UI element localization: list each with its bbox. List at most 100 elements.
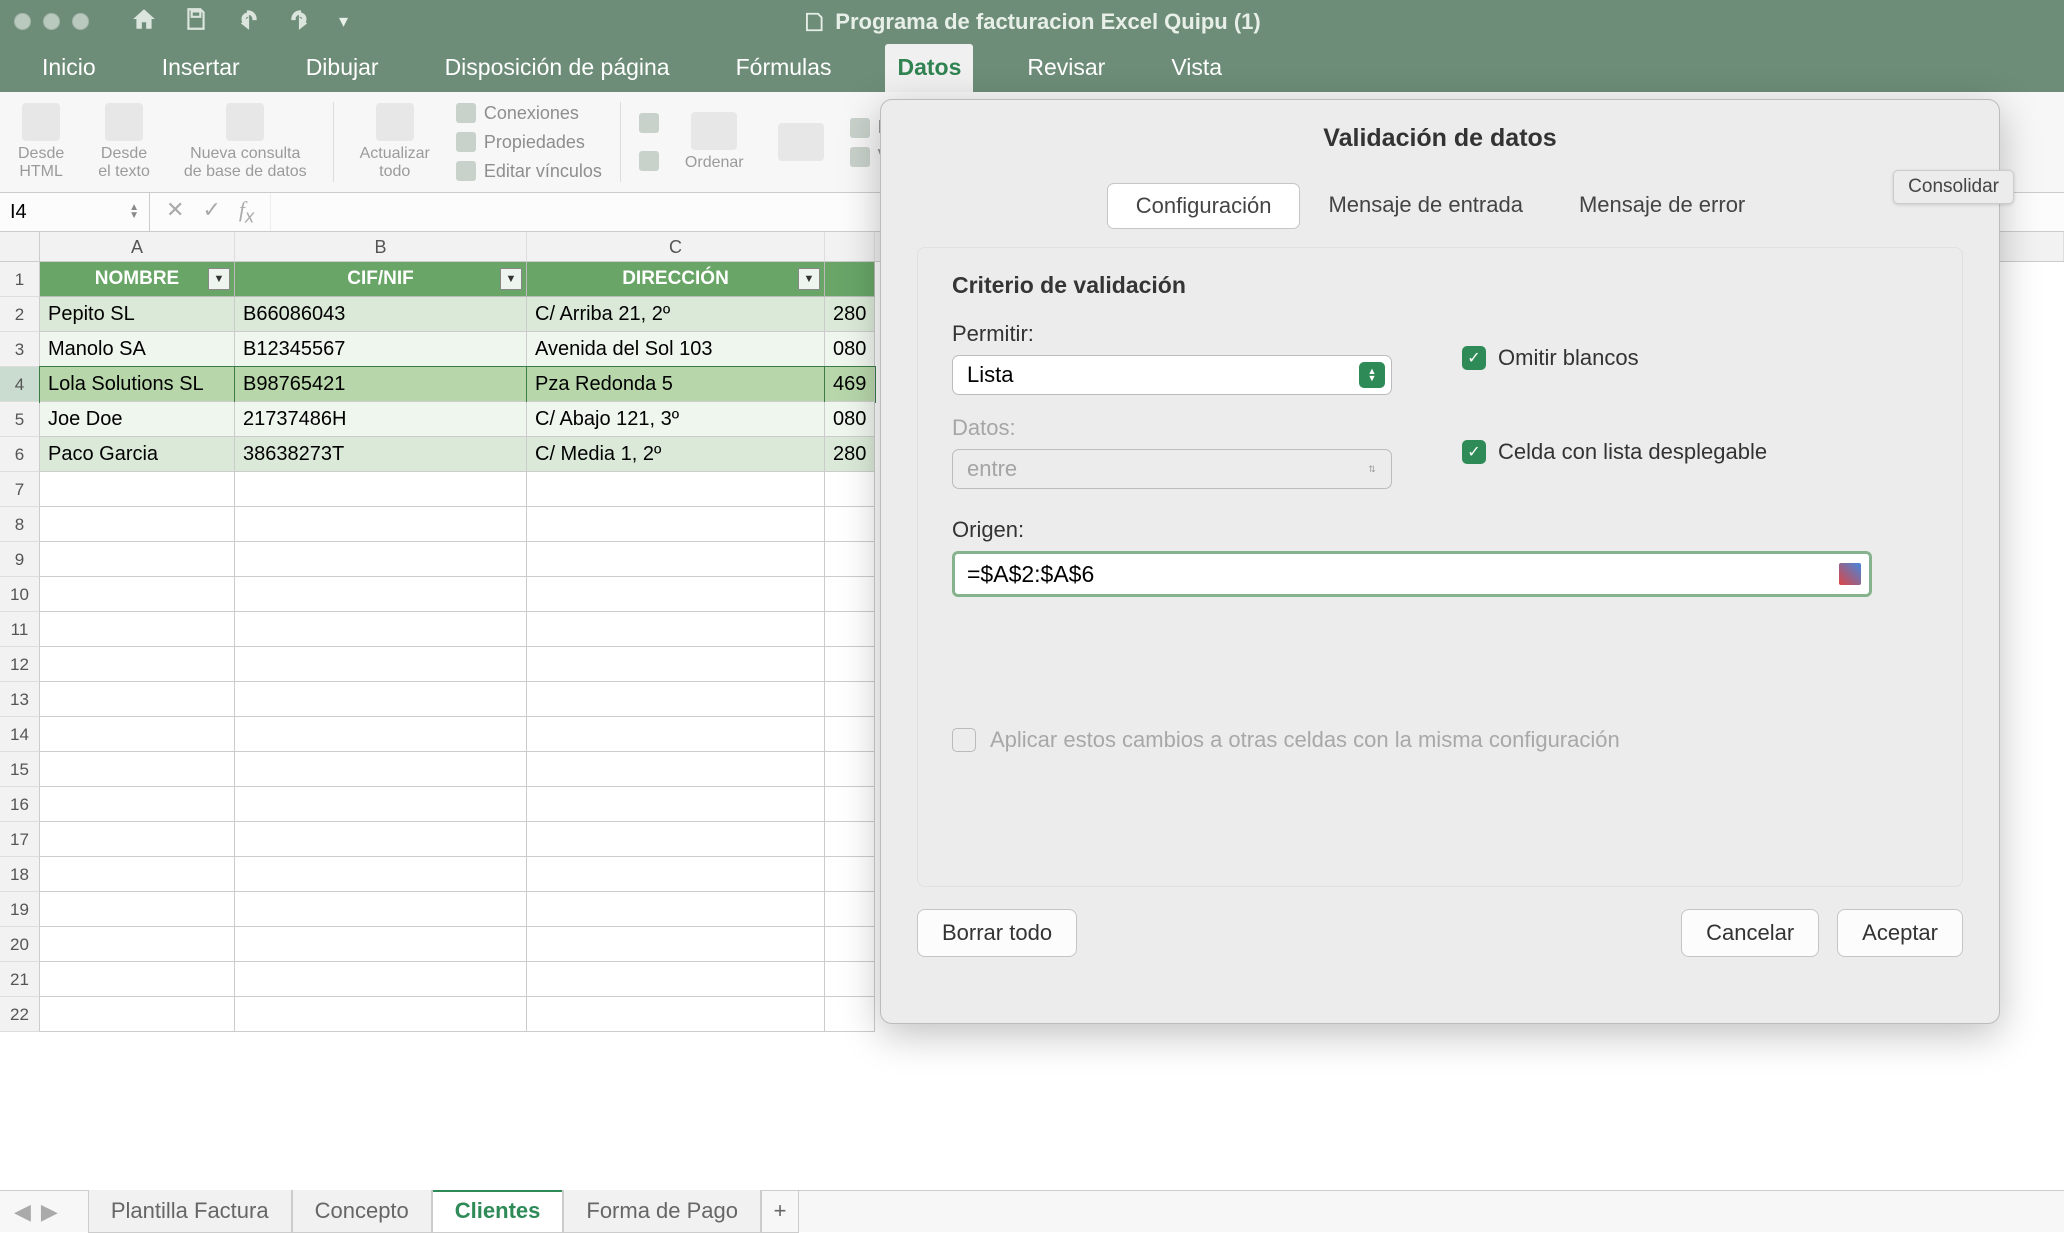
row-header-3[interactable]: 3 [0, 332, 40, 367]
cell[interactable]: B12345567 [235, 332, 527, 367]
row-header-19[interactable]: 19 [0, 892, 40, 927]
cell[interactable]: 280 [825, 437, 875, 472]
cell[interactable]: Paco Garcia [40, 437, 235, 472]
filter-cif[interactable]: ▼ [500, 268, 522, 290]
cell[interactable]: 38638273T [235, 437, 527, 472]
btn-conexiones[interactable]: Conexiones [456, 103, 602, 124]
sheet-tab-forma-de-pago[interactable]: Forma de Pago [563, 1190, 761, 1233]
tab-dibujar[interactable]: Dibujar [294, 44, 391, 92]
sheet-tab-concepto[interactable]: Concepto [292, 1190, 432, 1233]
row-header-15[interactable]: 15 [0, 752, 40, 787]
col-header-c[interactable]: C [527, 232, 825, 261]
filter-nombre[interactable]: ▼ [208, 268, 230, 290]
tab-datos[interactable]: Datos [885, 44, 973, 92]
col-header-d[interactable] [825, 232, 875, 261]
aceptar-button[interactable]: Aceptar [1837, 909, 1963, 957]
cell[interactable]: C/ Abajo 121, 3º [527, 402, 825, 437]
home-icon[interactable] [131, 6, 157, 38]
omitir-blancos-checkbox[interactable]: ✓ Omitir blancos [1462, 345, 1928, 371]
tab-formulas[interactable]: Fórmulas [724, 44, 844, 92]
dialog-tab-mensaje-entrada[interactable]: Mensaje de entrada [1300, 183, 1550, 229]
cell[interactable]: 280 [825, 297, 875, 332]
dialog-tab-mensaje-error[interactable]: Mensaje de error [1551, 183, 1773, 229]
row-header-13[interactable]: 13 [0, 682, 40, 717]
name-box[interactable]: I4 ▲▼ [0, 193, 150, 231]
col-header-a[interactable]: A [40, 232, 235, 261]
borrar-todo-button[interactable]: Borrar todo [917, 909, 1077, 957]
cell[interactable]: C/ Arriba 21, 2º [527, 297, 825, 332]
row-header-17[interactable]: 17 [0, 822, 40, 857]
col-header-b[interactable]: B [235, 232, 527, 261]
row-header-10[interactable]: 10 [0, 577, 40, 612]
btn-ordenar[interactable]: Ordenar [677, 112, 752, 172]
save-icon[interactable] [183, 6, 209, 38]
row-header-21[interactable]: 21 [0, 962, 40, 997]
cell[interactable]: Avenida del Sol 103 [527, 332, 825, 367]
add-sheet-button[interactable]: + [761, 1190, 799, 1233]
btn-desde-texto[interactable]: Desde el texto [90, 103, 158, 181]
dialog-tab-config[interactable]: Configuración [1107, 183, 1301, 229]
cell[interactable]: B66086043 [235, 297, 527, 332]
permitir-select[interactable]: Lista ▲▼ [952, 355, 1392, 395]
tab-inicio[interactable]: Inicio [30, 44, 108, 92]
cancel-formula-icon[interactable]: ✕ [166, 197, 184, 227]
btn-filter[interactable] [770, 123, 832, 161]
sort-desc-icon[interactable] [639, 151, 659, 171]
row-header-8[interactable]: 8 [0, 507, 40, 542]
origen-input[interactable]: =$A$2:$A$6 [952, 551, 1872, 597]
cell[interactable]: 080 [825, 402, 875, 437]
cancelar-button[interactable]: Cancelar [1681, 909, 1819, 957]
qat-dropdown-icon[interactable]: ▾ [339, 11, 348, 32]
filter-direccion[interactable]: ▼ [798, 268, 820, 290]
row-header-7[interactable]: 7 [0, 472, 40, 507]
cell[interactable]: Pepito SL [40, 297, 235, 332]
maximize-window-btn[interactable] [72, 13, 89, 30]
row-header-14[interactable]: 14 [0, 717, 40, 752]
cell[interactable]: Pza Redonda 5 [527, 367, 825, 402]
redo-icon[interactable] [287, 6, 313, 38]
row-header-6[interactable]: 6 [0, 437, 40, 472]
btn-desde-html[interactable]: Desde HTML [10, 103, 72, 181]
fx-icon[interactable]: fx [239, 197, 254, 227]
row-header-11[interactable]: 11 [0, 612, 40, 647]
cell[interactable]: Joe Doe [40, 402, 235, 437]
btn-nueva-consulta[interactable]: Nueva consulta de base de datos [176, 103, 315, 181]
tab-disposicion[interactable]: Disposición de página [433, 44, 682, 92]
btn-propiedades[interactable]: Propiedades [456, 132, 602, 153]
row-header-4[interactable]: 4 [0, 367, 40, 402]
cell[interactable]: Lola Solutions SL [40, 367, 235, 402]
sheet-nav-prev-icon[interactable]: ◀ [14, 1199, 31, 1225]
row-header-9[interactable]: 9 [0, 542, 40, 577]
apply-changes-checkbox: Aplicar estos cambios a otras celdas con… [952, 727, 1928, 753]
close-window-btn[interactable] [14, 13, 31, 30]
row-header-22[interactable]: 22 [0, 997, 40, 1032]
select-all-cell[interactable] [0, 232, 40, 261]
row-header-5[interactable]: 5 [0, 402, 40, 437]
row-header-12[interactable]: 12 [0, 647, 40, 682]
undo-icon[interactable] [235, 6, 261, 38]
cell[interactable]: 469 [825, 367, 875, 402]
cell[interactable]: Manolo SA [40, 332, 235, 367]
celda-lista-checkbox[interactable]: ✓ Celda con lista desplegable [1462, 439, 1928, 465]
row-header-1[interactable]: 1 [0, 262, 40, 297]
range-selector-icon[interactable] [1839, 563, 1861, 585]
sort-asc-icon[interactable] [639, 113, 659, 133]
tab-vista[interactable]: Vista [1159, 44, 1234, 92]
btn-editar-vinculos[interactable]: Editar vínculos [456, 161, 602, 182]
sheet-tab-plantilla-factura[interactable]: Plantilla Factura [88, 1190, 292, 1233]
cell[interactable]: C/ Media 1, 2º [527, 437, 825, 472]
tab-insertar[interactable]: Insertar [150, 44, 252, 92]
cell[interactable]: B98765421 [235, 367, 527, 402]
cell[interactable]: 21737486H [235, 402, 527, 437]
accept-formula-icon[interactable]: ✓ [202, 197, 220, 227]
row-header-16[interactable]: 16 [0, 787, 40, 822]
sheet-tab-clientes[interactable]: Clientes [432, 1190, 564, 1233]
row-header-2[interactable]: 2 [0, 297, 40, 332]
sheet-nav-next-icon[interactable]: ▶ [41, 1199, 58, 1225]
tab-revisar[interactable]: Revisar [1015, 44, 1117, 92]
minimize-window-btn[interactable] [43, 13, 60, 30]
btn-actualizar-todo[interactable]: Actualizar todo [352, 103, 438, 181]
row-header-18[interactable]: 18 [0, 857, 40, 892]
cell[interactable]: 080 [825, 332, 875, 367]
row-header-20[interactable]: 20 [0, 927, 40, 962]
